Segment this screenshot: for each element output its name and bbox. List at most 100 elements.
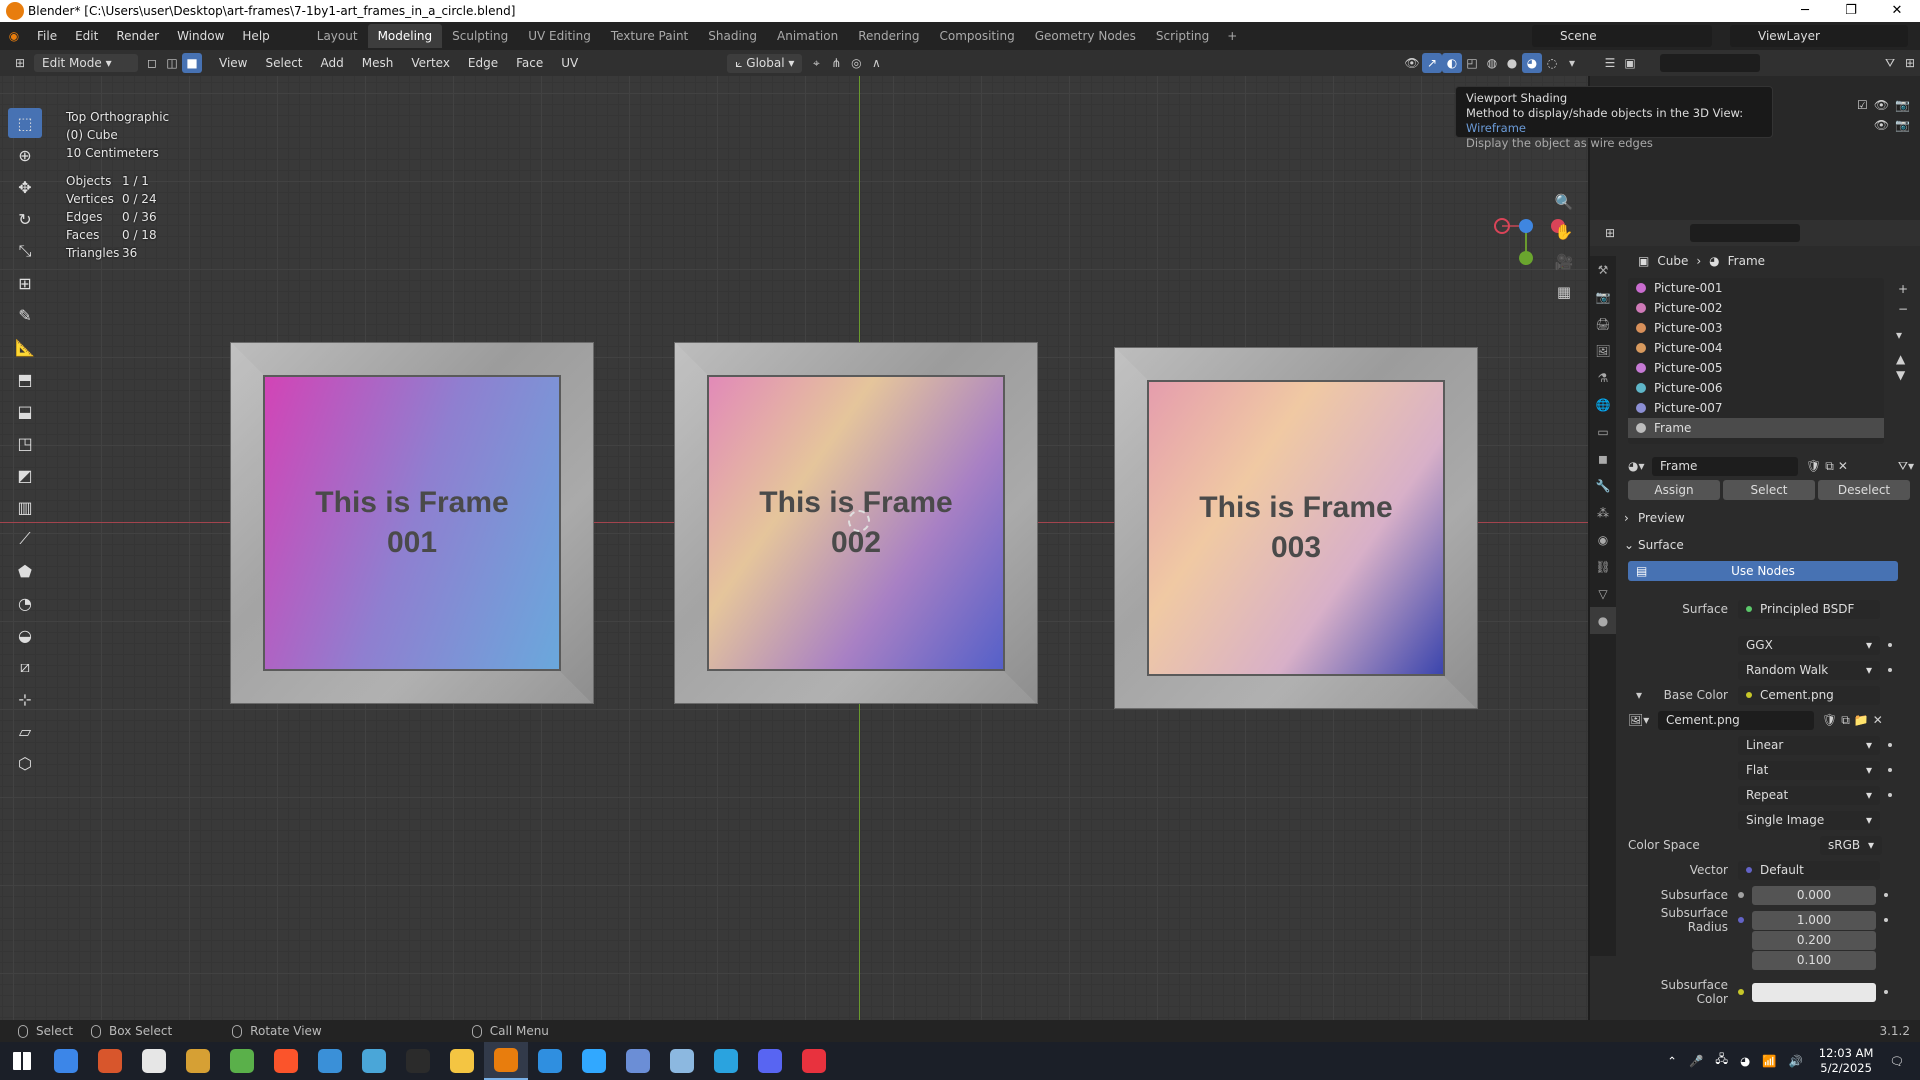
taskbar-terminal[interactable] — [396, 1042, 440, 1080]
assign-button[interactable]: Assign — [1628, 480, 1720, 500]
scene-selector[interactable]: Scene — [1532, 25, 1712, 47]
taskbar-app-12[interactable] — [528, 1042, 572, 1080]
subsurface-method-dropdown[interactable]: Random Walk ▾ — [1738, 660, 1880, 680]
viewport-menu-face[interactable]: Face — [507, 56, 552, 70]
mode-dropdown[interactable]: Edit Mode ▾ — [34, 54, 138, 72]
collection-tab-icon[interactable]: ▭ — [1590, 418, 1616, 445]
preview-panel-header[interactable]: › Preview — [1624, 506, 1914, 530]
3d-cursor-icon[interactable] — [848, 510, 870, 532]
material-slot[interactable]: Picture-004 — [1628, 338, 1884, 358]
checkbox-icon[interactable]: ☑ — [1857, 98, 1868, 112]
smooth-tool-icon[interactable]: ◒ — [8, 620, 42, 650]
distribution-dropdown[interactable]: GGX ▾ — [1738, 635, 1880, 655]
viewport-menu-edge[interactable]: Edge — [459, 56, 507, 70]
material-slot[interactable]: Picture-005 — [1628, 358, 1884, 378]
network-icon[interactable]: 🖧 — [1715, 1052, 1728, 1071]
link-menu-icon[interactable]: ⛛▾ — [1898, 459, 1914, 474]
output-tab-icon[interactable]: 🖨 — [1590, 310, 1616, 337]
wireframe-shading-icon[interactable]: ◍ — [1482, 53, 1502, 73]
source-dropdown[interactable]: Single Image ▾ — [1738, 810, 1880, 830]
material-browse-icon[interactable]: ◕▾ — [1628, 459, 1652, 473]
blender-menu-icon[interactable]: ◉ — [0, 29, 28, 43]
vertex-select-icon[interactable]: ◻ — [142, 53, 162, 73]
taskbar-app-1[interactable] — [44, 1042, 88, 1080]
shrink-fatten-tool-icon[interactable]: ⊹ — [8, 684, 42, 714]
object-tab-icon[interactable]: ◼ — [1590, 445, 1616, 472]
material-slot[interactable]: Picture-003 — [1628, 318, 1884, 338]
z-axis-icon[interactable] — [1519, 219, 1533, 233]
taskbar-app-4[interactable] — [176, 1042, 220, 1080]
material-slot[interactable]: Picture-002 — [1628, 298, 1884, 318]
tab-geometry-nodes[interactable]: Geometry Nodes — [1025, 24, 1146, 48]
subsurface-color-swatch[interactable] — [1752, 982, 1876, 1002]
scene-tab-icon[interactable]: ⚗ — [1590, 364, 1616, 391]
subsurface-radius-y-field[interactable]: 0.200 — [1752, 930, 1876, 950]
notifications-icon[interactable]: 🗨 — [1889, 1054, 1904, 1068]
editor-type-icon[interactable]: ⊞ — [10, 53, 30, 73]
rip-tool-icon[interactable]: ⬡ — [8, 748, 42, 778]
viewport-menu-select[interactable]: Select — [256, 56, 311, 70]
taskbar-app-2[interactable] — [88, 1042, 132, 1080]
move-tool-icon[interactable]: ✥ — [8, 172, 42, 202]
image-name-field[interactable]: Cement.png — [1658, 710, 1814, 730]
inset-tool-icon[interactable]: ◳ — [8, 428, 42, 458]
face-select-icon[interactable]: ■ — [182, 53, 202, 73]
material-name-field[interactable]: Frame — [1652, 456, 1798, 476]
viewport-menu-uv[interactable]: UV — [552, 56, 587, 70]
vector-field[interactable]: Default — [1738, 860, 1880, 880]
material-shading-icon[interactable]: ◕ — [1522, 53, 1542, 73]
fake-user-icon[interactable]: 🛡 — [1806, 459, 1821, 473]
tab-modeling[interactable]: Modeling — [367, 24, 443, 48]
microphone-icon[interactable]: 🎤 — [1689, 1054, 1703, 1068]
projection-dropdown[interactable]: Flat ▾ — [1738, 760, 1880, 780]
move-down-icon[interactable]: ▼ — [1896, 368, 1905, 382]
modifier-tab-icon[interactable]: 🔧 — [1590, 472, 1616, 499]
edge-select-icon[interactable]: ◫ — [162, 53, 182, 73]
bevel-tool-icon[interactable]: ◩ — [8, 460, 42, 490]
taskbar-app-5[interactable] — [220, 1042, 264, 1080]
constraints-tab-icon[interactable]: ⛓ — [1590, 553, 1616, 580]
pan-hand-icon[interactable]: ✋ — [1552, 220, 1576, 244]
camera-view-icon[interactable]: 🎥 — [1552, 250, 1576, 274]
edge-slide-tool-icon[interactable]: ⧄ — [8, 652, 42, 682]
filter-icon[interactable]: ⛛ — [1880, 53, 1900, 73]
material-tab-icon[interactable]: ● — [1590, 607, 1616, 634]
ortho-toggle-grid-icon[interactable]: ▦ — [1552, 280, 1576, 304]
transform-tool-icon[interactable]: ⊞ — [8, 268, 42, 298]
tab-scripting[interactable]: Scripting — [1146, 24, 1219, 48]
viewport-menu-view[interactable]: View — [210, 56, 256, 70]
taskbar-blender[interactable] — [484, 1042, 528, 1080]
taskbar-start[interactable] — [0, 1042, 44, 1080]
menu-help[interactable]: Help — [233, 29, 278, 43]
tab-sculpting[interactable]: Sculpting — [442, 24, 518, 48]
outliner-search-input[interactable] — [1660, 54, 1760, 72]
clock[interactable]: 12:03 AM 5/2/2025 — [1819, 1046, 1874, 1076]
properties-editor-icon[interactable]: ⊞ — [1600, 223, 1620, 243]
taskbar-telegram[interactable] — [704, 1042, 748, 1080]
taskbar-app-3[interactable] — [132, 1042, 176, 1080]
tab-texture-paint[interactable]: Texture Paint — [601, 24, 698, 48]
art-frame[interactable]: This is Frame 003 — [1114, 347, 1478, 709]
overlay-toggle-icon[interactable]: ◐ — [1442, 53, 1462, 73]
surface-panel-header[interactable]: ⌄ Surface — [1624, 533, 1914, 557]
annotate-tool-icon[interactable]: ✎ — [8, 300, 42, 330]
material-slot[interactable]: Picture-001 — [1628, 278, 1884, 298]
solid-shading-icon[interactable]: ● — [1502, 53, 1522, 73]
taskbar-photoshop[interactable] — [572, 1042, 616, 1080]
add-workspace-icon[interactable]: + — [1219, 29, 1245, 43]
menu-edit[interactable]: Edit — [66, 29, 107, 43]
rotate-tool-icon[interactable]: ↻ — [8, 204, 42, 234]
duplicate-icon[interactable]: ⧉ — [1825, 459, 1834, 474]
menu-window[interactable]: Window — [168, 29, 233, 43]
pivot-icon[interactable]: ⌖ — [806, 53, 826, 73]
unlink-icon[interactable]: ✕ — [1838, 459, 1848, 473]
particles-tab-icon[interactable]: ⁂ — [1590, 499, 1616, 526]
3d-viewport[interactable]: ⬚ ⊕ ✥ ↻ ⤡ ⊞ ✎ 📐 ⬒ ⬓ ◳ ◩ ▥ ⟋ ⬟ ◔ ◒ ⧄ ⊹ ▱ … — [0, 76, 1588, 1020]
viewport-menu-mesh[interactable]: Mesh — [353, 56, 403, 70]
view-layer-tab-icon[interactable]: 🖼 — [1590, 337, 1616, 364]
visibility-icon[interactable]: 👁 — [1402, 53, 1422, 73]
properties-panel[interactable]: ⊞ ⚒ 📷 🖨 🖼 ⚗ 🌐 ▭ ◼ 🔧 ⁂ ◉ ⛓ ▽ ● ▣ Cube › ◕ F… — [1590, 220, 1920, 1020]
camera-icon[interactable]: 📷 — [1895, 98, 1910, 112]
menu-file[interactable]: File — [28, 29, 66, 43]
tab-uv-editing[interactable]: UV Editing — [518, 24, 601, 48]
